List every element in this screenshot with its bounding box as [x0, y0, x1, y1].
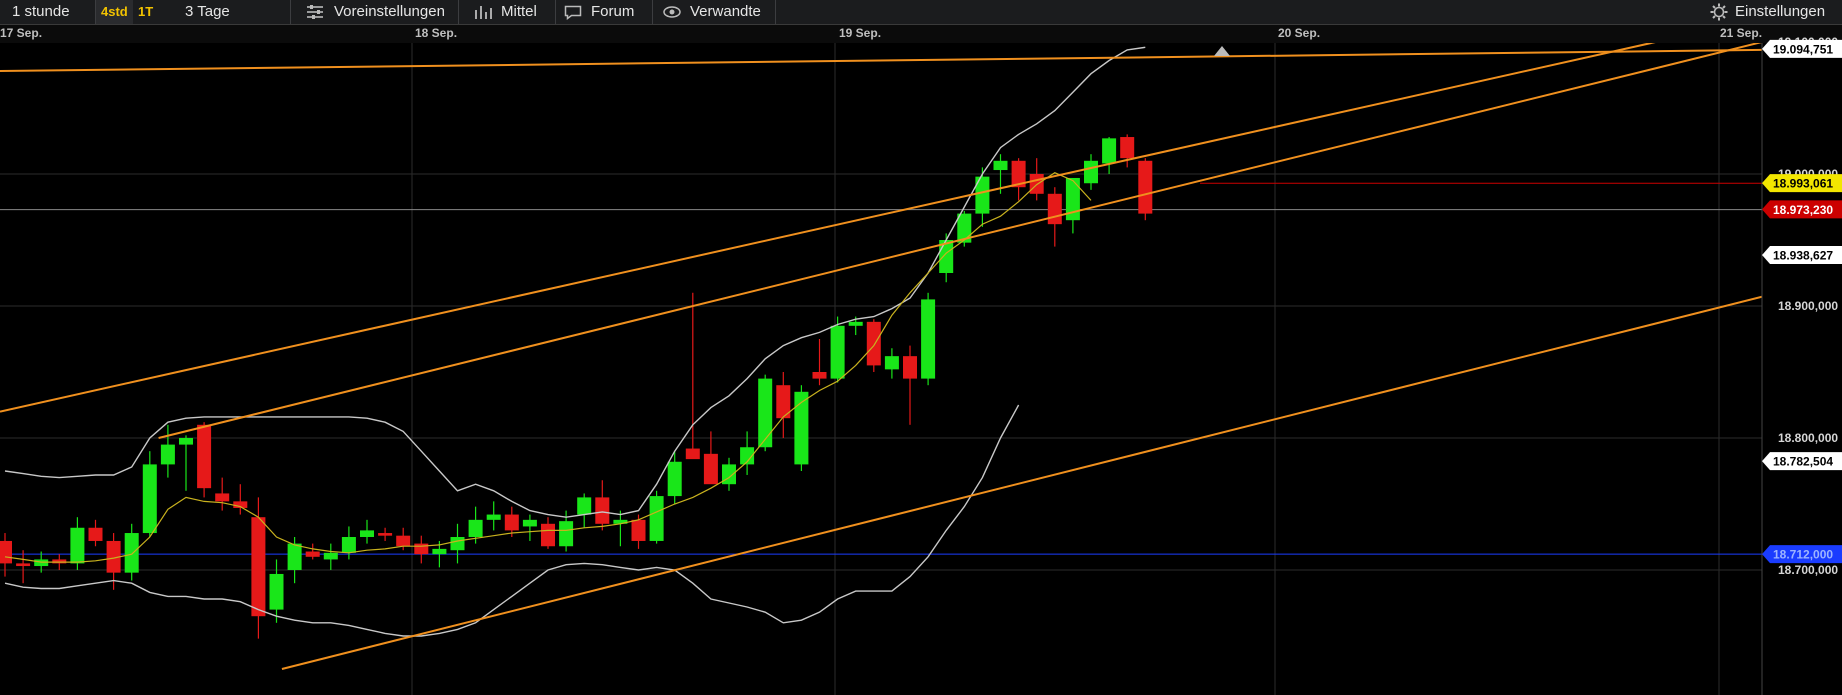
candle-body [323, 552, 338, 560]
candle-body [522, 519, 537, 527]
price-tag-label: 19.094,751 [1773, 42, 1833, 56]
candle-body [88, 527, 103, 541]
candle-body [1047, 193, 1062, 225]
candle-body [179, 438, 193, 445]
candle-body [559, 521, 574, 547]
candle-body [866, 321, 881, 366]
candle-body [378, 533, 393, 536]
candle-body [1138, 160, 1153, 214]
candle-body [577, 497, 592, 515]
price-tag-label: 18.993,061 [1773, 177, 1833, 191]
candle-body [595, 497, 610, 524]
price-tag-label: 18.712,000 [1773, 548, 1833, 562]
candle-body [450, 537, 465, 551]
candle-body [16, 563, 31, 567]
candle-body [124, 533, 139, 573]
candle-body [884, 356, 899, 370]
trend-channel-line [158, 43, 1762, 439]
price-tag: 18.973,230 [1762, 200, 1842, 219]
candle-body [34, 559, 49, 567]
y-tick-label: 18.700,000 [1778, 563, 1838, 577]
candle-body [70, 527, 85, 564]
candle-body [251, 517, 266, 617]
candle-body [722, 464, 736, 485]
price-tag-label: 18.782,504 [1773, 455, 1833, 469]
candle-body [414, 543, 429, 555]
price-chart[interactable]: 19.100,00019.000,00018.900,00018.800,000… [0, 0, 1842, 695]
price-tag: 18.993,061 [1762, 174, 1842, 193]
candle-body [667, 461, 682, 497]
candle-body [848, 321, 863, 326]
candle-body [758, 378, 773, 448]
candle-body [921, 299, 936, 379]
candle-body [812, 372, 827, 379]
candle-body [631, 519, 646, 541]
candle-body [287, 543, 302, 570]
y-tick-label: 18.900,000 [1778, 299, 1838, 313]
candle-body [830, 325, 845, 379]
candle-body [341, 537, 356, 553]
candle-body [685, 448, 700, 460]
price-tag-label: 18.938,627 [1773, 249, 1833, 263]
candle-body [504, 514, 519, 531]
candle-body [0, 540, 12, 564]
top-marker-icon [1214, 46, 1230, 56]
candle-body [197, 424, 212, 489]
candle-body [142, 464, 157, 534]
trend-channel-line [0, 43, 1656, 413]
candle-body [486, 514, 501, 520]
candle-body [305, 551, 320, 557]
candle-body [160, 444, 175, 465]
price-tag-label: 18.973,230 [1773, 203, 1833, 217]
price-tag: 18.712,000 [1762, 545, 1842, 564]
y-tick-label: 18.800,000 [1778, 431, 1838, 445]
price-tag: 19.094,751 [1762, 39, 1842, 58]
candle-body [432, 548, 447, 555]
candle-body [468, 519, 483, 537]
candle-body [215, 493, 230, 502]
candle-body [649, 496, 664, 541]
candle-body [52, 559, 67, 564]
candle-body [396, 535, 411, 547]
candle-body [1120, 137, 1135, 159]
candle-body [541, 523, 555, 547]
candle-body [269, 573, 284, 610]
price-tag: 18.782,504 [1762, 452, 1842, 471]
candle-body [1084, 160, 1098, 184]
trend-channel-line [0, 48, 1762, 73]
candle-body [703, 453, 718, 485]
candle-body [903, 356, 917, 379]
candle-body [1102, 138, 1117, 164]
candle-body [360, 530, 374, 537]
price-tag: 18.938,627 [1762, 246, 1842, 265]
candle-body [993, 160, 1008, 171]
plot-area [0, 43, 1762, 695]
